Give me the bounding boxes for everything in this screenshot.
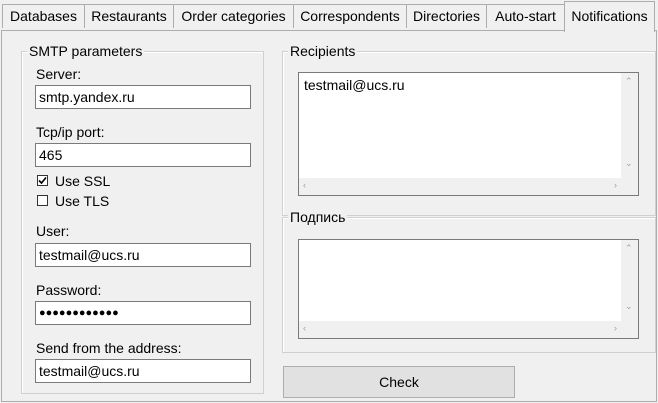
tab-correspondents[interactable]: Correspondents (293, 4, 407, 28)
port-input[interactable]: 465 (35, 143, 251, 167)
scroll-down-arrow-icon[interactable]: ⌄ (625, 159, 633, 168)
use-tls-checkbox[interactable] (37, 195, 48, 206)
send-from-input[interactable]: testmail@ucs.ru (35, 359, 251, 383)
recipients-legend: Recipients (288, 43, 358, 59)
smtp-parameters-group: SMTP parameters Server: smtp.yandex.ru T… (21, 43, 264, 394)
scrollbar-corner (621, 321, 638, 338)
tab-bar: Databases Restaurants Order categories C… (0, 0, 658, 32)
tab-restaurants[interactable]: Restaurants (84, 4, 174, 28)
signature-horizontal-scrollbar[interactable]: ‹ › (299, 321, 621, 338)
scroll-up-arrow-icon[interactable]: ⌃ (625, 77, 633, 86)
recipients-vertical-scrollbar[interactable]: ⌃ ⌄ (621, 73, 638, 178)
notifications-panel: SMTP parameters Server: smtp.yandex.ru T… (1, 30, 657, 402)
tab-databases[interactable]: Databases (2, 4, 85, 28)
password-input[interactable]: ●●●●●●●●●●●● (35, 301, 251, 325)
tab-order-categories[interactable]: Order categories (173, 4, 294, 28)
recipients-horizontal-scrollbar[interactable]: ‹ › (299, 178, 621, 195)
signature-group: Подпись ⌃ ⌄ ‹ › (282, 209, 656, 353)
use-ssl-checkbox[interactable] (37, 175, 48, 186)
scroll-right-arrow-icon[interactable]: › (614, 181, 617, 190)
user-label: User: (36, 223, 70, 239)
scroll-down-arrow-icon[interactable]: ⌄ (625, 302, 633, 311)
checkmark-icon (38, 176, 47, 185)
use-ssl-label[interactable]: Use SSL (55, 173, 110, 189)
use-tls-label[interactable]: Use TLS (55, 193, 109, 209)
user-input[interactable]: testmail@ucs.ru (35, 243, 251, 267)
check-button[interactable]: Check (283, 366, 515, 398)
recipients-group: Recipients testmail@ucs.ru ⌃ ⌄ ‹ › (282, 43, 656, 216)
scroll-left-arrow-icon[interactable]: ‹ (303, 181, 306, 190)
tab-directories[interactable]: Directories (406, 4, 487, 28)
signature-legend: Подпись (288, 209, 348, 225)
recipients-text: testmail@ucs.ru (304, 77, 405, 93)
scroll-right-arrow-icon[interactable]: › (614, 324, 617, 333)
recipients-textarea[interactable]: testmail@ucs.ru ⌃ ⌄ ‹ › (298, 72, 639, 196)
server-label: Server: (36, 66, 82, 82)
tab-notifications[interactable]: Notifications (564, 1, 655, 32)
signature-textarea[interactable]: ⌃ ⌄ ‹ › (298, 239, 639, 339)
port-label: Tcp/ip port: (36, 124, 105, 140)
tab-auto-start[interactable]: Auto-start (486, 4, 565, 28)
server-input[interactable]: smtp.yandex.ru (35, 85, 251, 109)
scrollbar-corner (621, 178, 638, 195)
send-from-label: Send from the address: (36, 340, 182, 356)
scroll-left-arrow-icon[interactable]: ‹ (303, 324, 306, 333)
smtp-parameters-legend: SMTP parameters (27, 43, 145, 59)
password-label: Password: (36, 282, 102, 298)
scroll-up-arrow-icon[interactable]: ⌃ (625, 244, 633, 253)
signature-vertical-scrollbar[interactable]: ⌃ ⌄ (621, 240, 638, 321)
